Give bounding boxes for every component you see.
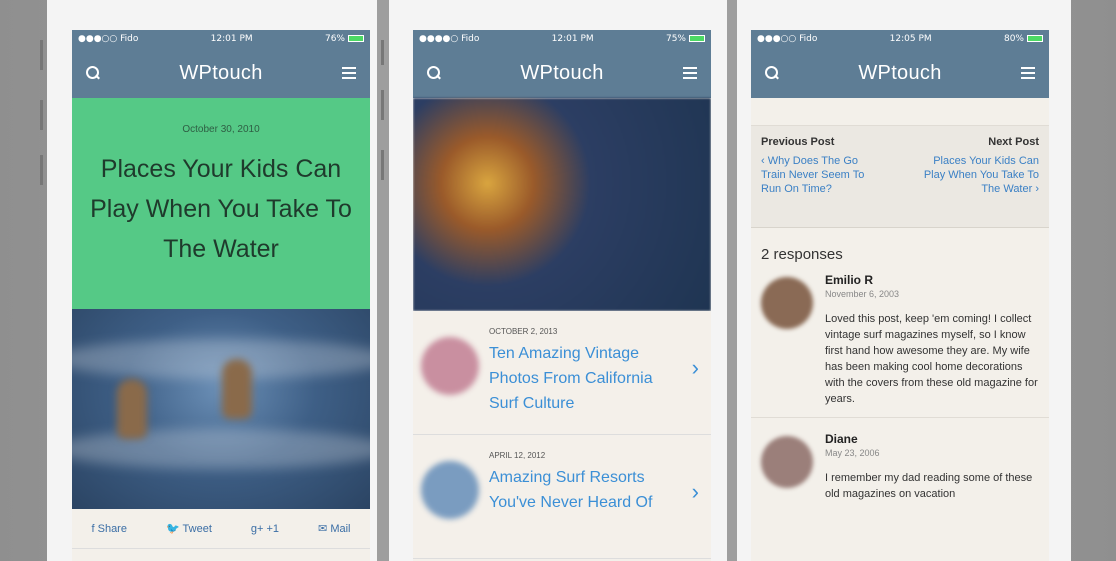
avatar bbox=[761, 436, 813, 488]
responses-heading: 2 responses bbox=[761, 246, 843, 263]
featured-photo[interactable] bbox=[413, 98, 711, 311]
post-title-link[interactable]: Ten Amazing Vintage Photos From Californ… bbox=[489, 341, 679, 416]
mail-label: Mail bbox=[330, 523, 351, 535]
avatar bbox=[761, 277, 813, 329]
device-edge bbox=[381, 150, 384, 180]
post-navigation: Previous Post Next Post ‹ Why Does The G… bbox=[751, 126, 1049, 228]
next-post-link[interactable]: Places Your Kids Can Play When You Take … bbox=[909, 154, 1039, 196]
post-title-link[interactable]: Amazing Surf Resorts You've Never Heard … bbox=[489, 465, 679, 515]
comment-date: May 23, 2006 bbox=[825, 448, 880, 458]
post-featured-image bbox=[72, 309, 370, 509]
image-wave bbox=[72, 339, 370, 379]
comment-author[interactable]: Emilio R bbox=[825, 273, 1039, 287]
clock-label: 12:01 PM bbox=[210, 34, 253, 44]
post-thumbnail bbox=[421, 337, 479, 395]
spacer bbox=[751, 98, 1049, 126]
image-figure bbox=[222, 359, 252, 419]
battery-label: 75% bbox=[665, 34, 686, 44]
share-facebook-button[interactable]: f Share bbox=[92, 523, 127, 535]
menu-icon[interactable] bbox=[342, 67, 356, 79]
device-edge bbox=[40, 155, 43, 185]
share-gplus-button[interactable]: g+ +1 bbox=[251, 523, 279, 535]
status-bar: ●●●●○ Fido 12:01 PM 75% bbox=[413, 30, 711, 48]
search-icon[interactable] bbox=[765, 66, 779, 80]
share-twitter-button[interactable]: 🐦 Tweet bbox=[166, 522, 212, 535]
battery-icon bbox=[688, 35, 705, 42]
share-mail-button[interactable]: ✉ Mail bbox=[318, 522, 350, 535]
carrier-label: ●●●○○ Fido bbox=[78, 34, 139, 44]
post-thumbnail bbox=[421, 461, 479, 519]
phone-screen-list: ●●●●○ Fido 12:01 PM 75% WPtouch OCTOBER … bbox=[413, 30, 711, 561]
nav-bar: WPtouch bbox=[72, 48, 370, 98]
post-date: OCTOBER 2, 2013 bbox=[489, 327, 558, 336]
tweet-label: Tweet bbox=[182, 523, 212, 535]
search-icon[interactable] bbox=[86, 66, 100, 80]
phone-screen-comments: ●●●○○ Fido 12:05 PM 80% WPtouch Previous… bbox=[751, 30, 1049, 561]
share-bar: f Share 🐦 Tweet g+ +1 ✉ Mail bbox=[72, 509, 370, 549]
comment-text: Loved this post, keep 'em coming! I coll… bbox=[825, 313, 1038, 405]
carrier-label: ●●●○○ Fido bbox=[757, 34, 818, 44]
list-item[interactable]: OCTOBER 2, 2013 Ten Amazing Vintage Phot… bbox=[413, 311, 711, 435]
post-date: APRIL 12, 2012 bbox=[489, 451, 546, 460]
search-icon[interactable] bbox=[427, 66, 441, 80]
battery-icon bbox=[347, 35, 364, 42]
status-bar: ●●●○○ Fido 12:01 PM 76% bbox=[72, 30, 370, 48]
battery-indicator: 75% bbox=[666, 34, 705, 44]
post-hero: October 30, 2010 Places Your Kids Can Pl… bbox=[72, 98, 370, 309]
battery-indicator: 80% bbox=[1004, 34, 1043, 44]
app-title: WPtouch bbox=[520, 61, 604, 84]
image-figure bbox=[117, 379, 147, 439]
post-title: Places Your Kids Can Play When You Take … bbox=[90, 155, 352, 263]
device-edge bbox=[40, 100, 43, 130]
clock-label: 12:05 PM bbox=[889, 34, 932, 44]
status-bar: ●●●○○ Fido 12:05 PM 80% bbox=[751, 30, 1049, 48]
clock-label: 12:01 PM bbox=[551, 34, 594, 44]
screenshot-stage: ●●●○○ Fido 12:01 PM 76% WPtouch October … bbox=[0, 0, 1116, 561]
carrier-label: ●●●●○ Fido bbox=[419, 34, 480, 44]
device-edge bbox=[40, 40, 43, 70]
menu-icon[interactable] bbox=[683, 67, 697, 79]
comment-text: I remember my dad reading some of these … bbox=[825, 472, 1033, 500]
previous-post-label: Previous Post bbox=[761, 136, 835, 148]
comment-item: Diane May 23, 2006 I remember my dad rea… bbox=[751, 418, 1049, 538]
phone-panel-1: ●●●○○ Fido 12:01 PM 76% WPtouch October … bbox=[47, 0, 377, 561]
comment-author[interactable]: Diane bbox=[825, 432, 1039, 446]
phone-screen-post: ●●●○○ Fido 12:01 PM 76% WPtouch October … bbox=[72, 30, 370, 561]
comment-date: November 6, 2003 bbox=[825, 289, 900, 299]
phone-panel-2: ●●●●○ Fido 12:01 PM 75% WPtouch OCTOBER … bbox=[389, 0, 727, 561]
menu-icon[interactable] bbox=[1021, 67, 1035, 79]
nav-bar: WPtouch bbox=[413, 48, 711, 98]
comment-item: Emilio R November 6, 2003 Loved this pos… bbox=[751, 273, 1049, 418]
chevron-right-icon[interactable]: › bbox=[692, 479, 699, 505]
phone-panel-3: ●●●○○ Fido 12:05 PM 80% WPtouch Previous… bbox=[737, 0, 1071, 561]
list-item[interactable]: APRIL 12, 2012 Amazing Surf Resorts You'… bbox=[413, 435, 711, 559]
app-title: WPtouch bbox=[179, 61, 263, 84]
next-post-label: Next Post bbox=[988, 136, 1039, 148]
nav-bar: WPtouch bbox=[751, 48, 1049, 98]
image-wave bbox=[72, 429, 370, 469]
battery-indicator: 76% bbox=[325, 34, 364, 44]
app-title: WPtouch bbox=[858, 61, 942, 84]
device-edge bbox=[381, 90, 384, 120]
battery-label: 76% bbox=[324, 34, 345, 44]
device-edge bbox=[381, 40, 384, 65]
post-date: October 30, 2010 bbox=[182, 124, 260, 135]
chevron-right-icon[interactable]: › bbox=[692, 355, 699, 381]
battery-icon bbox=[1026, 35, 1043, 42]
battery-label: 80% bbox=[1003, 34, 1024, 44]
previous-post-link[interactable]: ‹ Why Does The Go Train Never Seem To Ru… bbox=[761, 154, 866, 196]
